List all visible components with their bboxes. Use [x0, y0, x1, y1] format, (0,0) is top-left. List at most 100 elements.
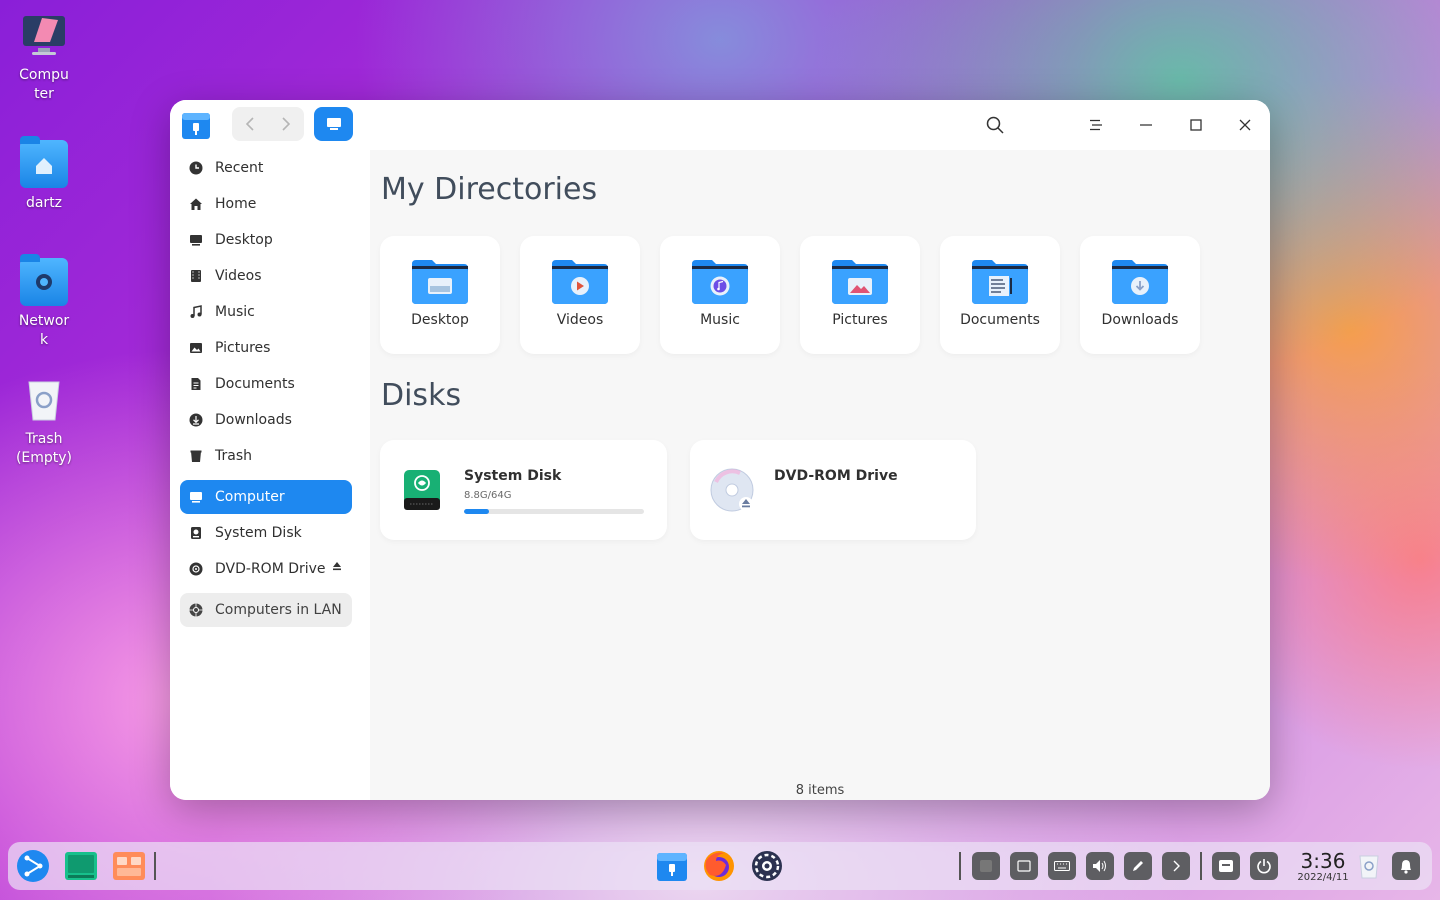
sidebar-item-computers-in-lan[interactable]: Computers in LAN	[180, 593, 352, 627]
trash-icon	[20, 376, 68, 424]
minimize-button[interactable]	[1133, 112, 1159, 138]
disk-usage-fill	[464, 509, 489, 514]
sidebar-item-pictures[interactable]: Pictures	[180, 331, 352, 365]
sidebar-item-desktop[interactable]: Desktop	[180, 223, 352, 257]
videos-folder-icon	[552, 258, 608, 304]
titlebar	[170, 100, 1270, 150]
sidebar-item-label: Pictures	[215, 340, 271, 356]
dir-card-pictures[interactable]: Pictures	[800, 236, 920, 354]
monitor-icon	[326, 118, 341, 130]
multitask-view-button[interactable]	[64, 849, 98, 883]
dock-trash-button[interactable]	[1352, 849, 1386, 883]
file-manager-icon	[657, 853, 687, 881]
history-nav	[232, 107, 304, 141]
sidebar-item-label: Documents	[215, 376, 295, 392]
clock-icon	[188, 160, 204, 176]
music-note-icon	[188, 304, 204, 320]
eject-button[interactable]	[332, 561, 342, 574]
sidebar-item-dvd-rom[interactable]: DVD-ROM Drive	[180, 552, 352, 586]
close-button[interactable]	[1232, 112, 1258, 138]
disk-card-system[interactable]: System Disk 8.8G/64G	[380, 440, 667, 540]
sidebar-item-recent[interactable]: Recent	[180, 151, 352, 185]
launcher-icon	[17, 850, 49, 882]
search-icon	[986, 116, 1004, 134]
forward-button[interactable]	[268, 107, 304, 141]
sidebar-item-downloads[interactable]: Downloads	[180, 403, 352, 437]
power-icon	[1257, 859, 1271, 874]
dir-card-music[interactable]: Music	[660, 236, 780, 354]
dir-card-label: Pictures	[832, 312, 888, 328]
disks-heading: Disks	[381, 378, 462, 413]
desktop-icon-trash[interactable]: Trash (Empty)	[8, 376, 80, 468]
desktop-icon	[188, 232, 204, 248]
sidebar-item-home[interactable]: Home	[180, 187, 352, 221]
firefox-dock-button[interactable]	[702, 849, 736, 883]
disk-usage-bar	[464, 509, 644, 514]
sidebar-item-label: Desktop	[215, 232, 273, 248]
desktop-icon-label: dartz	[25, 195, 63, 211]
keyboard-button[interactable]	[1048, 852, 1076, 880]
home-folder-icon	[20, 136, 68, 188]
dir-card-label: Downloads	[1101, 312, 1179, 328]
chevron-right-icon	[1173, 860, 1180, 872]
sidebar-item-documents[interactable]: Documents	[180, 367, 352, 401]
show-desktop-button[interactable]	[112, 849, 146, 883]
disk-icon	[188, 525, 204, 541]
file-manager-dock-button[interactable]	[655, 849, 689, 883]
desktop-icon-dartz[interactable]: dartz	[8, 136, 80, 213]
documents-folder-icon	[972, 258, 1028, 304]
settings-dock-button[interactable]	[750, 849, 784, 883]
screen-keyboard-icon	[1219, 860, 1233, 872]
clock-date[interactable]: 2022/4/11	[1288, 872, 1358, 883]
dir-card-label: Music	[700, 312, 740, 328]
sidebar-item-label: Computer	[215, 489, 285, 505]
disk-card-dvd[interactable]: DVD-ROM Drive	[690, 440, 976, 540]
notification-button[interactable]	[1392, 852, 1420, 880]
dir-card-desktop[interactable]: Desktop	[380, 236, 500, 354]
trash-icon	[188, 448, 204, 464]
sidebar-item-videos[interactable]: Videos	[180, 259, 352, 293]
sidebar-item-label: Trash	[215, 448, 252, 464]
search-button[interactable]	[982, 112, 1008, 138]
sidebar-item-system-disk[interactable]: System Disk	[180, 516, 352, 550]
tray-expand-button[interactable]	[1162, 852, 1190, 880]
maximize-button[interactable]	[1183, 112, 1209, 138]
sidebar-item-label: Computers in LAN	[215, 602, 342, 618]
menu-button[interactable]	[1083, 112, 1109, 138]
volume-button[interactable]	[1086, 852, 1114, 880]
clock-time[interactable]: 3:36	[1293, 849, 1353, 873]
status-bar-text: 8 items	[795, 783, 845, 798]
sidebar-item-label: Recent	[215, 160, 264, 176]
network-folder-icon	[20, 254, 68, 306]
content-area: My Directories Desktop Videos Music Pict…	[370, 150, 1270, 800]
tray-app-button[interactable]	[972, 852, 1000, 880]
sidebar-item-label: Music	[215, 304, 255, 320]
desktop-icon-label: Trash (Empty)	[15, 431, 73, 466]
dock-separator	[154, 852, 156, 880]
back-button[interactable]	[232, 107, 268, 141]
dir-card-downloads[interactable]: Downloads	[1080, 236, 1200, 354]
taskbar-dock: 3:36 2022/4/11	[8, 842, 1432, 890]
tray-window-button[interactable]	[1010, 852, 1038, 880]
onscreen-keyboard-button[interactable]	[1212, 852, 1240, 880]
power-button[interactable]	[1250, 852, 1278, 880]
film-icon	[188, 268, 204, 284]
sidebar-item-trash[interactable]: Trash	[180, 439, 352, 473]
launcher-button[interactable]	[16, 849, 50, 883]
disc-icon	[188, 561, 204, 577]
dir-card-videos[interactable]: Videos	[520, 236, 640, 354]
computer-view-button[interactable]	[314, 107, 353, 141]
my-directories-heading: My Directories	[381, 172, 598, 207]
desktop-icon-computer[interactable]: Computer	[8, 12, 80, 104]
sidebar-item-computer[interactable]: Computer	[180, 480, 352, 514]
desktop-icon-network[interactable]: Network	[8, 254, 80, 350]
desktop-icon-label: Network	[18, 313, 70, 348]
pen-button[interactable]	[1124, 852, 1152, 880]
computer-icon	[20, 12, 68, 60]
sidebar-item-music[interactable]: Music	[180, 295, 352, 329]
dir-card-documents[interactable]: Documents	[940, 236, 1060, 354]
music-folder-icon	[692, 258, 748, 304]
dir-card-label: Documents	[960, 312, 1040, 328]
dir-card-label: Desktop	[411, 312, 469, 328]
downloads-folder-icon	[1112, 258, 1168, 304]
